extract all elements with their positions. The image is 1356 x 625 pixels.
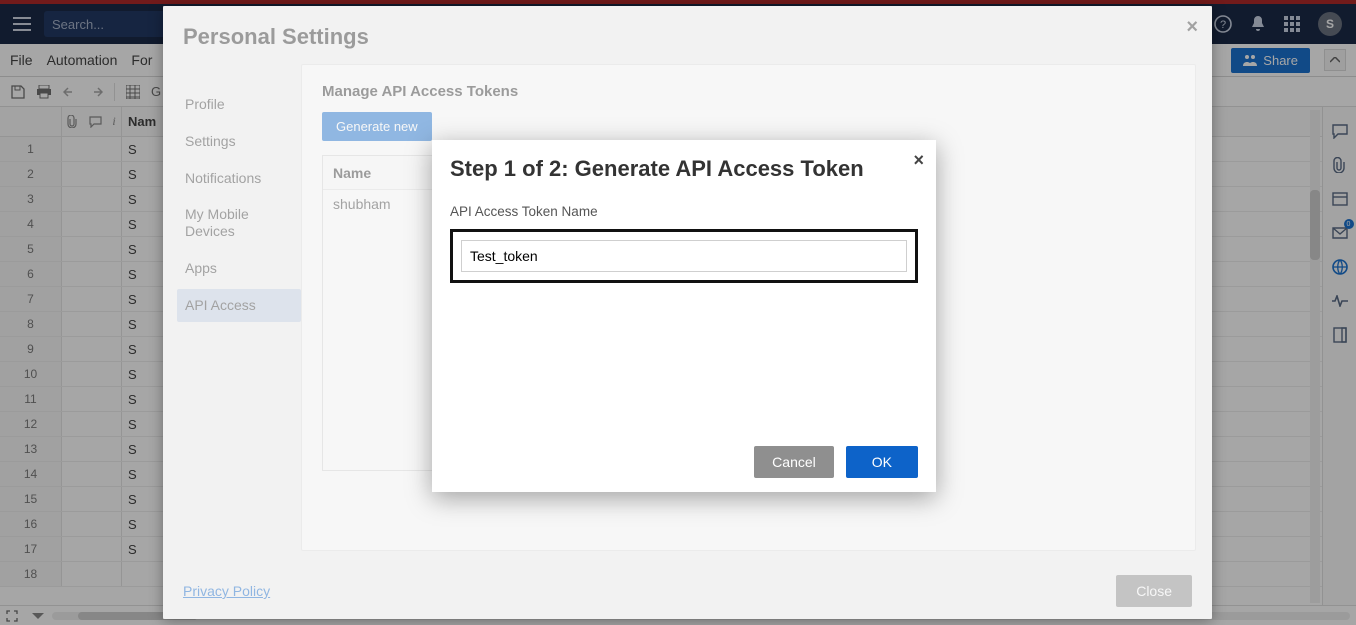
ok-button[interactable]: OK: [846, 446, 918, 478]
token-name-label: API Access Token Name: [450, 204, 918, 219]
modal-title: Step 1 of 2: Generate API Access Token: [450, 156, 918, 182]
token-name-input[interactable]: [461, 240, 907, 272]
generate-token-modal: × Step 1 of 2: Generate API Access Token…: [432, 140, 936, 492]
input-highlight-frame: [450, 229, 918, 283]
close-icon[interactable]: ×: [913, 150, 924, 171]
modal-footer: Cancel OK: [450, 446, 918, 478]
cancel-button[interactable]: Cancel: [754, 446, 834, 478]
